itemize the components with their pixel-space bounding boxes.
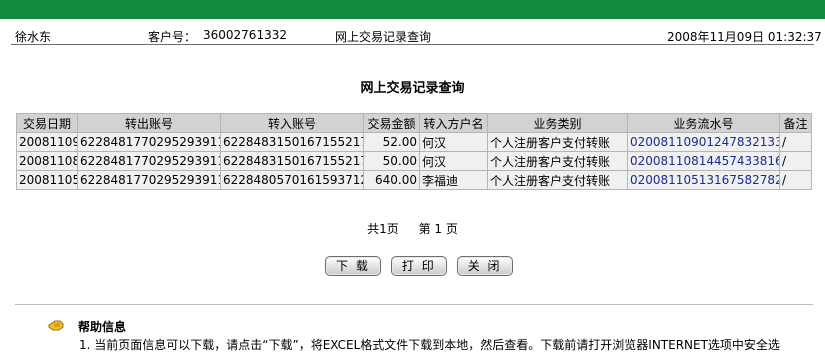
transaction-table: 交易日期 转出账号 转入账号 交易金额 转入方户名 业务类别 业务流水号 备注 …	[16, 113, 812, 190]
header-divider	[11, 44, 814, 45]
serial-no-link[interactable]: 02008110814457433816	[630, 154, 779, 168]
table-header-row: 交易日期 转出账号 转入账号 交易金额 转入方户名 业务类别 业务流水号 备注	[16, 113, 812, 133]
action-buttons: 下 载 打 印 关 闭	[325, 256, 519, 276]
top-bar	[0, 0, 825, 19]
datetime: 2008年11月09日 01:32:37	[667, 30, 822, 44]
cell-date: 20081108	[16, 151, 78, 171]
cell-to-account: 6228483150167155217	[220, 151, 364, 171]
info-bar: 徐水东 客户号： 36002761332 网上交易记录查询 2008年11月09…	[0, 27, 825, 45]
cell-remark: /	[779, 170, 812, 190]
column-header: 转入方户名	[419, 113, 488, 133]
section-title: 网上交易记录查询	[335, 30, 432, 44]
cell-amount: 50.00	[363, 151, 420, 171]
serial-no-link[interactable]: 02008110901247832133	[630, 135, 779, 149]
cell-from-account: 6228481770295293911	[77, 151, 221, 171]
cell-date: 20081105	[16, 170, 78, 190]
page-current: 第 1 页	[418, 222, 458, 236]
cell-amount: 52.00	[363, 132, 420, 152]
serial-no-link[interactable]: 02008110513167582782	[630, 173, 779, 187]
cell-payee: 李福迪	[419, 170, 488, 190]
cell-remark: /	[779, 132, 812, 152]
table-row: 20081109 6228481770295293911 62284831501…	[16, 132, 812, 152]
page-title: 网上交易记录查询	[360, 81, 465, 96]
column-header: 备注	[779, 113, 812, 133]
help-title: 帮助信息	[78, 320, 127, 334]
print-button[interactable]: 打 印	[390, 256, 447, 276]
customer-no: 36002761332	[203, 28, 287, 42]
cell-date: 20081109	[16, 132, 78, 152]
cell-from-account: 6228481770295293911	[77, 170, 221, 190]
user-name: 徐水东	[15, 30, 52, 44]
cell-to-account: 6228480570161593712	[220, 170, 364, 190]
cell-amount: 640.00	[363, 170, 420, 190]
column-header: 转入账号	[220, 113, 364, 133]
help-text: 1. 当前页面信息可以下载，请点击“下载”，将EXCEL格式文件下载到本地，然后…	[79, 338, 780, 352]
cell-business-type: 个人注册客户支付转账	[487, 151, 628, 171]
column-header: 交易金额	[363, 113, 420, 133]
close-button[interactable]: 关 闭	[456, 256, 513, 276]
cell-to-account: 6228483150167155217	[220, 132, 364, 152]
cell-business-type: 个人注册客户支付转账	[487, 132, 628, 152]
section-divider	[15, 304, 813, 305]
cell-payee: 何汉	[419, 132, 488, 152]
page-total: 共1页	[367, 222, 399, 236]
cell-remark: /	[779, 151, 812, 171]
cell-from-account: 6228481770295293911	[77, 132, 221, 152]
column-header: 业务类别	[487, 113, 628, 133]
help-hand-icon	[48, 319, 64, 331]
customer-no-label: 客户号：	[148, 30, 197, 44]
column-header: 转出账号	[77, 113, 221, 133]
pagination: 共1页 第 1 页	[0, 220, 825, 237]
table-row: 20081105 6228481770295293911 62284805701…	[16, 170, 812, 190]
cell-payee: 何汉	[419, 151, 488, 171]
table-row: 20081108 6228481770295293911 62284831501…	[16, 151, 812, 171]
cell-business-type: 个人注册客户支付转账	[487, 170, 628, 190]
column-header: 交易日期	[16, 113, 78, 133]
column-header: 业务流水号	[627, 113, 780, 133]
download-button[interactable]: 下 载	[325, 256, 381, 276]
